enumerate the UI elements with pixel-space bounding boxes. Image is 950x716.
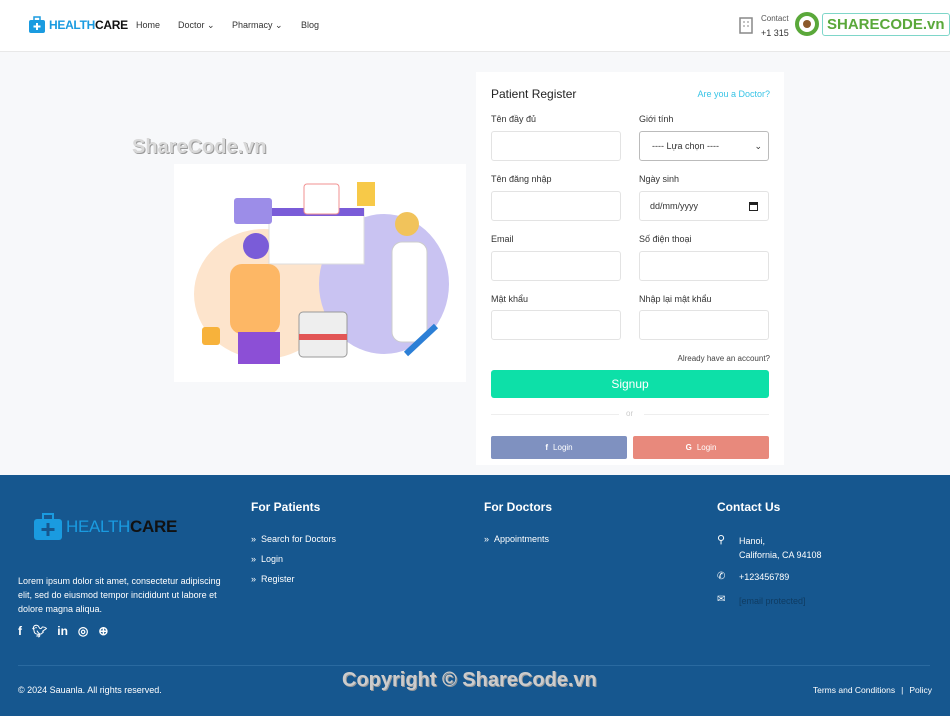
footer-about: Lorem ipsum dolor sit amet, consectetur … — [18, 576, 221, 614]
nav-pharmacy-label: Pharmacy — [232, 20, 273, 30]
birthdate-placeholder: dd/mm/yyyy — [650, 201, 699, 211]
medical-kit-icon — [29, 16, 45, 33]
sharecode-logo-icon — [795, 12, 819, 36]
header: HEALTH CARE Home Doctor ⌄ Pharmacy ⌄ Blog… — [0, 0, 950, 52]
doctor-patient-illustration — [194, 182, 449, 364]
social-links: f 🐦︎ in ◎ ⊕ — [18, 624, 108, 638]
logo-text-care: CARE — [94, 18, 128, 32]
doctor-register-link[interactable]: Are you a Doctor? — [697, 89, 770, 99]
double-chevron-icon: » — [251, 534, 257, 544]
gender-select[interactable]: ---- Lựa chọn ---- ⌄ — [639, 131, 769, 161]
copyright: © 2024 Sauanla. All rights reserved. — [18, 685, 162, 695]
divider — [491, 414, 619, 415]
label-birthdate: Ngày sinh — [639, 174, 680, 184]
illustration — [174, 164, 466, 382]
label-gender: Giới tính — [639, 114, 674, 124]
footer-link-appointments[interactable]: » Appointments — [484, 534, 549, 544]
password-input[interactable] — [491, 310, 621, 340]
nav-doctor[interactable]: Doctor ⌄ — [178, 20, 215, 31]
label-phone: Số điện thoại — [639, 234, 692, 244]
linkedin-icon[interactable]: in — [57, 624, 68, 638]
footer-link-label: Search for Doctors — [261, 534, 337, 544]
nav-home[interactable]: Home — [136, 20, 160, 30]
footer-logo[interactable]: HEALTH CARE — [33, 513, 177, 541]
dribbble-icon[interactable]: ⊕ — [98, 624, 108, 638]
footer-email[interactable]: [email protected] — [739, 596, 806, 606]
label-confirm-password: Nhập lại mật khẩu — [639, 294, 712, 304]
watermark-text: ShareCode.vn — [132, 136, 267, 158]
footer-phone: +123456789 — [739, 572, 790, 582]
instagram-icon[interactable]: ◎ — [78, 624, 88, 638]
signup-button[interactable]: Signup — [491, 370, 769, 398]
double-chevron-icon: » — [251, 574, 257, 584]
footer-logo-health: HEALTH — [66, 517, 131, 536]
birthdate-input[interactable]: dd/mm/yyyy — [639, 191, 769, 221]
facebook-login-button[interactable]: f Login — [491, 436, 627, 459]
facebook-icon[interactable]: f — [18, 624, 22, 638]
doctors-heading: For Doctors — [484, 500, 553, 514]
gender-select-value: ---- Lựa chọn ---- — [652, 141, 720, 151]
calendar-icon[interactable] — [749, 201, 758, 211]
chevron-down-icon: ⌄ — [207, 20, 215, 30]
nav-doctor-label: Doctor — [178, 20, 205, 30]
register-card: Patient Register Are you a Doctor? Tên đ… — [476, 72, 784, 465]
contact-label: Contact — [761, 14, 789, 23]
confirm-password-input[interactable] — [639, 310, 769, 340]
footer: HEALTH CARE Lorem ipsum dolor sit amet, c… — [0, 475, 950, 716]
terms-link[interactable]: Terms and Conditions — [813, 685, 895, 695]
sharecode-watermark-logo: SHARECODE.vn — [795, 12, 950, 36]
divider — [644, 414, 769, 415]
phone-icon: ✆ — [717, 571, 726, 582]
google-login-label: Login — [696, 443, 717, 452]
chevron-down-icon: ⌄ — [754, 140, 762, 151]
label-username: Tên đăng nhập — [491, 174, 552, 184]
chevron-down-icon: ⌄ — [275, 20, 283, 30]
footer-divider — [18, 665, 930, 666]
address-line-1: Hanoi, — [739, 536, 766, 546]
footer-link-register[interactable]: » Register — [251, 574, 295, 584]
phone-input[interactable] — [639, 251, 769, 281]
patients-heading: For Patients — [251, 500, 321, 514]
policy-link[interactable]: Policy — [909, 685, 932, 695]
sharecode-logo-text: SHARECODE.vn — [822, 12, 950, 36]
google-login-button[interactable]: G Login — [633, 436, 769, 459]
double-chevron-icon: » — [251, 554, 257, 564]
footer-link-label: Register — [261, 574, 295, 584]
location-icon: ⚲ — [717, 534, 726, 546]
facebook-login-label: Login — [553, 443, 573, 452]
address: Hanoi, California, CA 94108 — [739, 534, 822, 562]
contact-phone: +1 315 — [761, 28, 789, 38]
facebook-icon: f — [545, 443, 549, 452]
double-chevron-icon: » — [484, 534, 490, 544]
label-password: Mật khẩu — [491, 294, 529, 304]
email-input[interactable] — [491, 251, 621, 281]
logo[interactable]: HEALTH CARE — [28, 16, 128, 34]
username-input[interactable] — [491, 191, 621, 221]
label-email: Email — [491, 234, 514, 244]
address-line-2: California, CA 94108 — [739, 550, 822, 560]
form-title: Patient Register — [491, 87, 577, 101]
footer-link-label: Login — [261, 554, 284, 564]
envelope-icon: ✉ — [717, 594, 726, 605]
footer-link-search-doctors[interactable]: » Search for Doctors — [251, 534, 336, 544]
google-icon: G — [685, 443, 692, 452]
medical-kit-icon — [34, 513, 62, 540]
footer-link-label: Appointments — [494, 534, 550, 544]
fullname-input[interactable] — [491, 131, 621, 161]
footer-logo-care: CARE — [130, 517, 177, 536]
copyright-watermark: Copyright © ShareCode.vn — [342, 669, 597, 691]
nav-pharmacy[interactable]: Pharmacy ⌄ — [232, 20, 283, 31]
login-link[interactable]: Already have an account? — [677, 354, 770, 363]
nav-blog[interactable]: Blog — [301, 20, 319, 30]
footer-link-login[interactable]: » Login — [251, 554, 283, 564]
or-text: or — [626, 409, 634, 418]
contact-heading: Contact Us — [717, 500, 781, 514]
hospital-icon — [739, 17, 753, 34]
twitter-icon[interactable]: 🐦︎ — [32, 624, 47, 638]
label-fullname: Tên đầy đủ — [491, 114, 537, 124]
separator: | — [901, 685, 904, 695]
footer-legal-links: Terms and Conditions | Policy — [813, 685, 932, 695]
logo-text-health: HEALTH — [49, 18, 95, 32]
